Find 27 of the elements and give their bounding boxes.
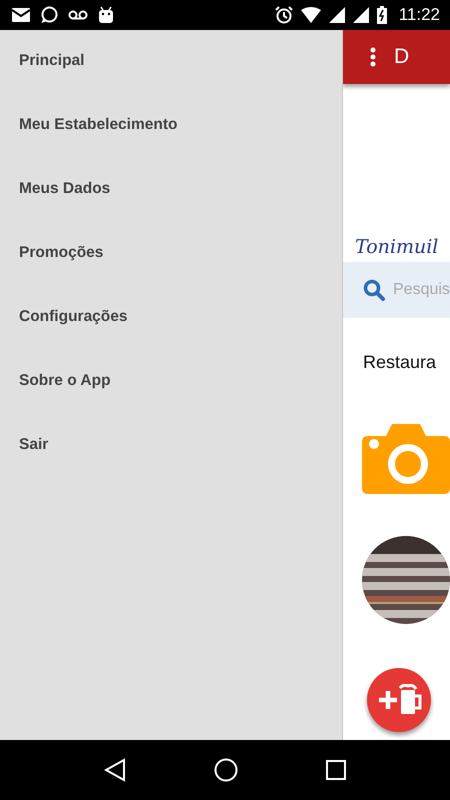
search-field[interactable]: Pesquis bbox=[343, 262, 450, 318]
drawer-item[interactable]: Meus Dados bbox=[0, 172, 342, 236]
drawer-item[interactable]: Sobre o App bbox=[0, 364, 342, 428]
add-button[interactable] bbox=[367, 668, 431, 732]
overflow-menu-icon[interactable] bbox=[370, 47, 376, 67]
drawer-item[interactable]: Configurações bbox=[0, 300, 342, 364]
home-icon[interactable] bbox=[214, 758, 238, 782]
signal-icon bbox=[328, 7, 345, 23]
status-time: 11:22 bbox=[398, 5, 440, 25]
drawer-item[interactable]: Meu Estabelecimento bbox=[0, 108, 342, 172]
drawer-item[interactable]: Promoções bbox=[0, 236, 342, 300]
alarm-icon bbox=[274, 6, 293, 24]
drawer-item[interactable]: Sair bbox=[0, 428, 342, 492]
signal-icon bbox=[352, 7, 369, 23]
mail-icon bbox=[12, 8, 30, 22]
back-icon[interactable] bbox=[104, 758, 126, 782]
chat-bubble-icon bbox=[40, 6, 58, 24]
wifi-icon bbox=[300, 7, 321, 23]
toolbar-title: D bbox=[394, 45, 410, 69]
plus-mug-icon bbox=[376, 684, 422, 716]
section-title: Restaura bbox=[362, 351, 438, 374]
drawer-item[interactable]: Principal bbox=[0, 44, 342, 108]
voicemail-icon bbox=[68, 10, 88, 20]
logo-text: Tonimuil bbox=[355, 236, 438, 258]
recents-icon[interactable] bbox=[326, 760, 346, 780]
battery-icon bbox=[376, 6, 387, 24]
android-icon bbox=[98, 6, 114, 24]
